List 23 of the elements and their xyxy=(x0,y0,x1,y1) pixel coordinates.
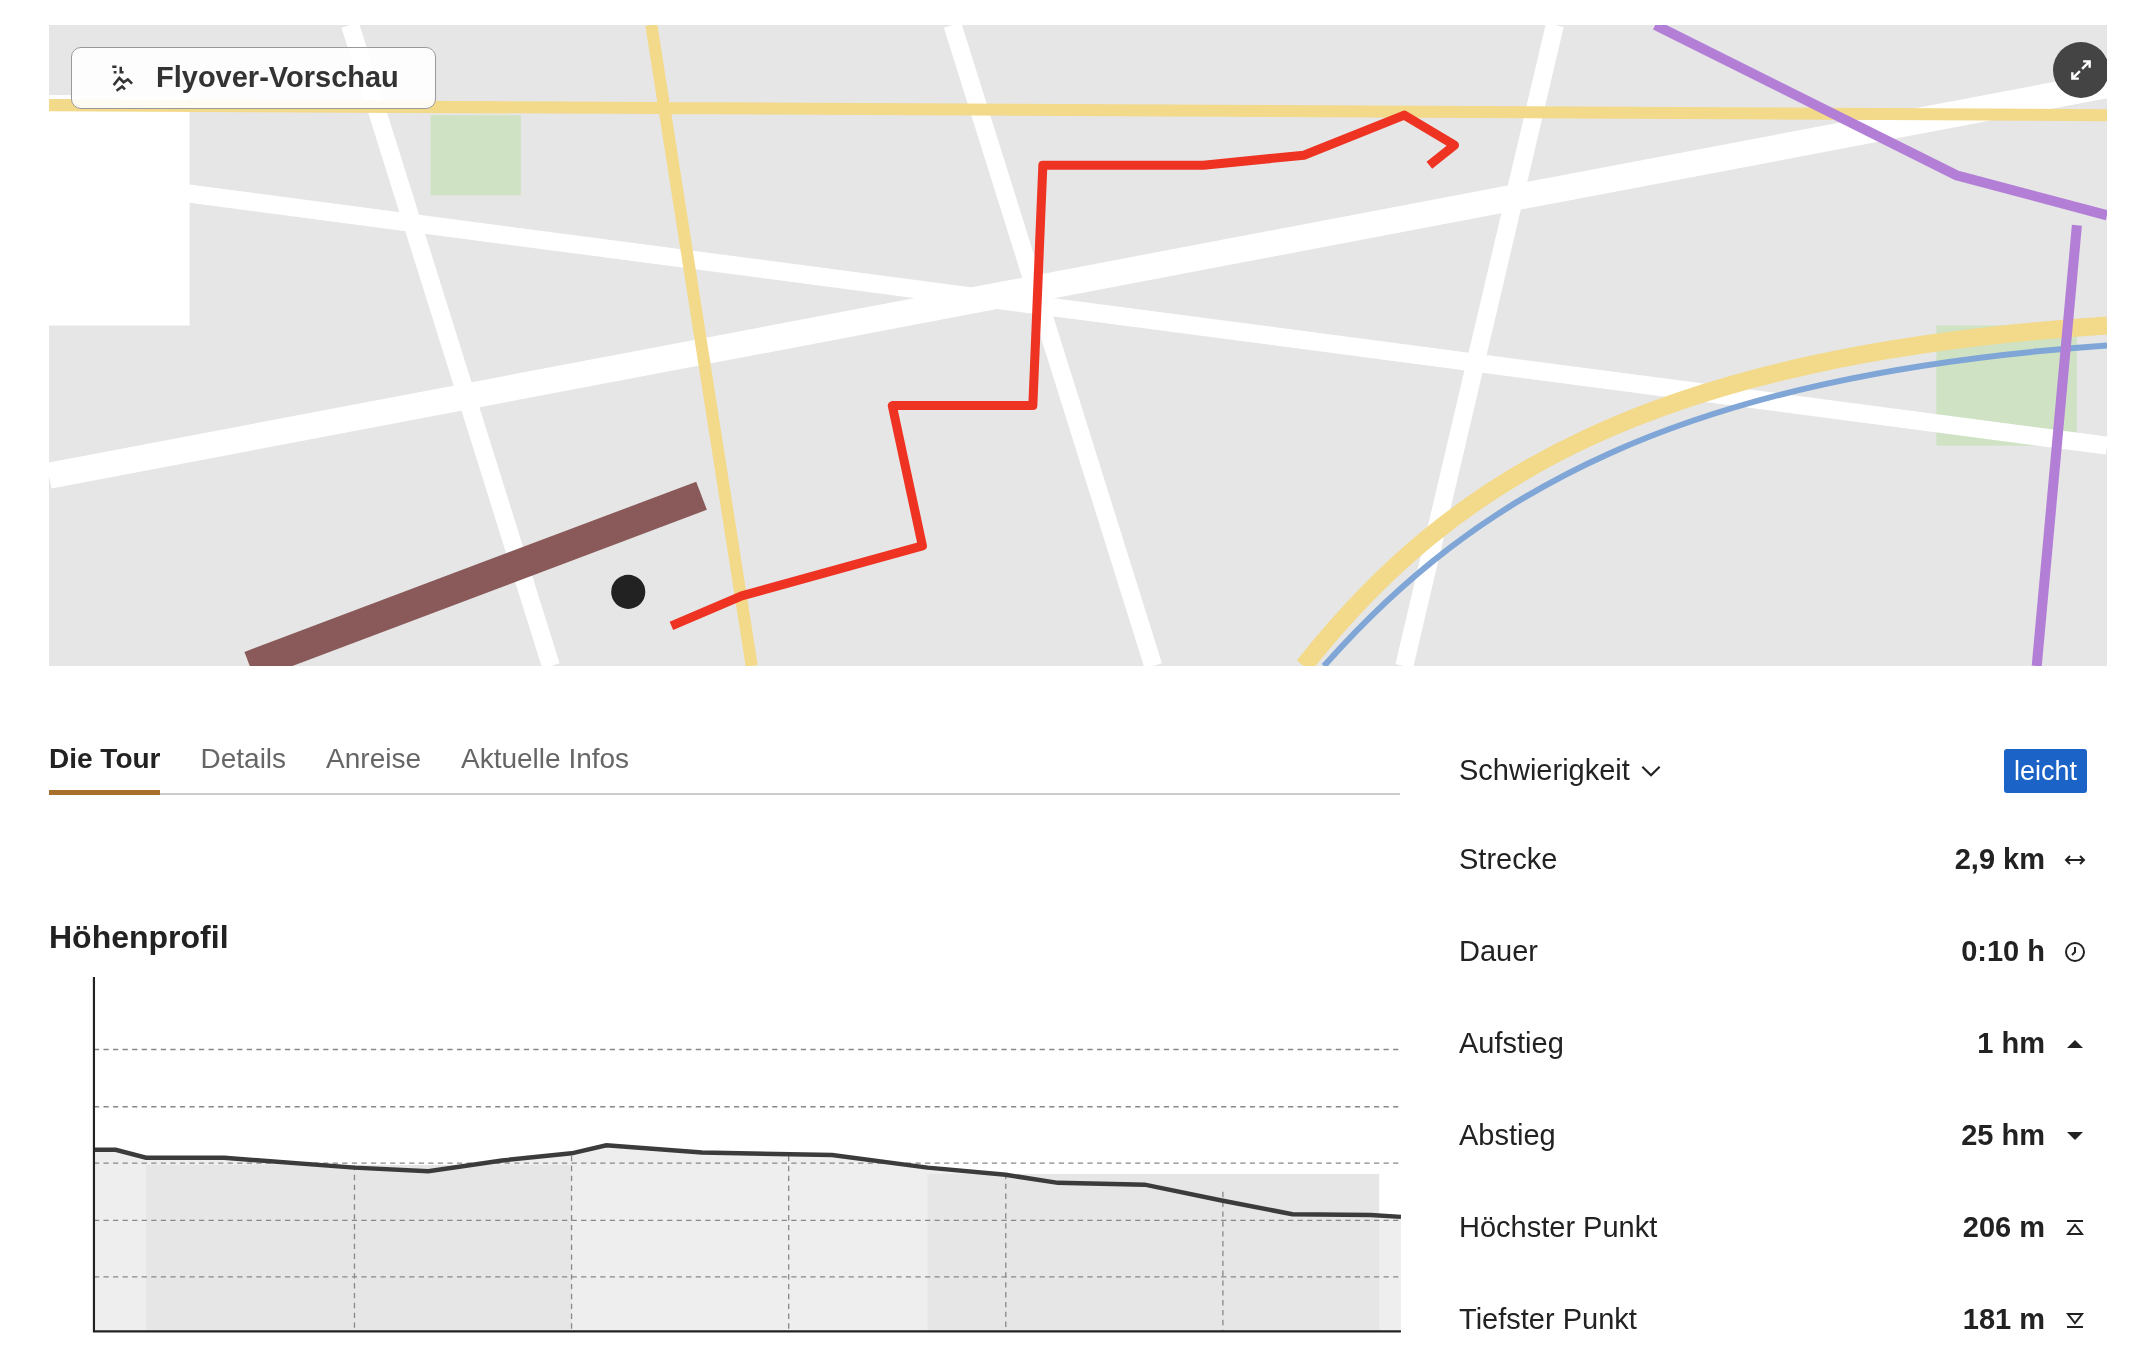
stat-label: Strecke xyxy=(1459,842,1558,878)
stat-value: 1 hm xyxy=(1977,1026,2045,1062)
tab[interactable]: Anreise xyxy=(326,738,421,795)
tab[interactable]: Aktuelle Infos xyxy=(461,738,630,795)
stat-label: Abstieg xyxy=(1459,1118,1556,1154)
flyover-preview-button[interactable]: Flyover-Vorschau xyxy=(71,47,436,109)
stat-label: Höchster Punkt xyxy=(1459,1210,1658,1246)
stat-label: Aufstieg xyxy=(1459,1026,1564,1062)
map[interactable]: Flyover-Vorschau xyxy=(49,25,2107,666)
expand-icon xyxy=(2068,57,2094,83)
stat-value: 206 m xyxy=(1962,1210,2045,1246)
difficulty-badge: leicht xyxy=(2003,748,2087,794)
stat-label: Tiefster Punkt xyxy=(1459,1302,1637,1338)
stat-value: 2,9 km xyxy=(1954,842,2045,878)
tab[interactable]: Details xyxy=(200,738,287,795)
stat-label: Dauer xyxy=(1459,934,1538,970)
stat-value: 25 hm xyxy=(1961,1118,2045,1154)
section-heading: Höhenprofil xyxy=(49,918,230,957)
clock-icon xyxy=(2063,940,2087,964)
stat-value: 0:10 h xyxy=(1961,934,2045,970)
tab[interactable]: Die Tour xyxy=(49,738,161,795)
difficulty-dropdown[interactable]: Schwierigkeit xyxy=(1459,749,1664,793)
stat-value: 181 m xyxy=(1962,1302,2045,1338)
